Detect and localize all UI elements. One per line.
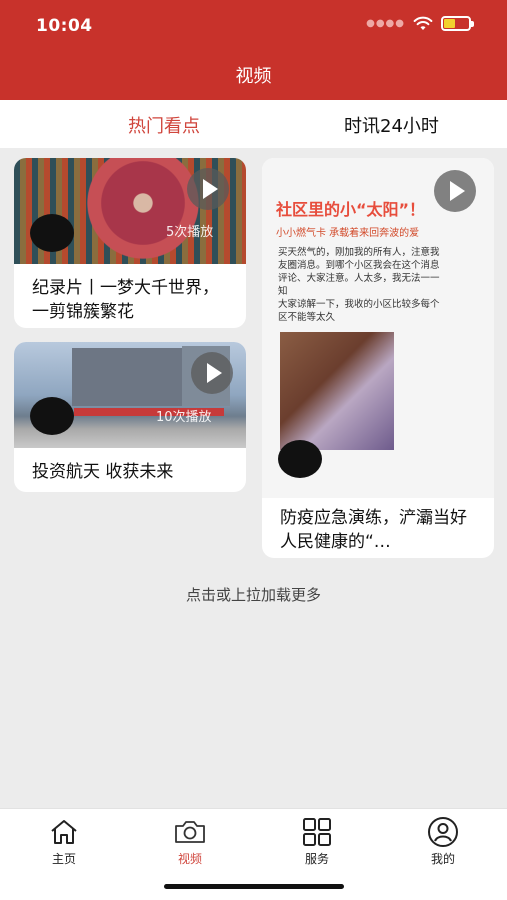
page-title: 视频 <box>235 66 272 87</box>
thumb-text-line: 评论、大家注意。人太多，我无法一一 <box>278 273 440 284</box>
app-header: 10:04 ●●●● 视频 <box>0 0 507 100</box>
status-bar: 10:04 ●●●● <box>0 0 507 52</box>
video-card[interactable]: 10次播放 投资航天 收获未来 <box>14 342 246 492</box>
video-card[interactable]: 5次播放 纪录片丨一梦大千世界，一剪锦簇繁花 <box>14 158 246 328</box>
nav-mine-label: 我的 <box>430 852 455 866</box>
nav-services[interactable]: 服务 <box>277 817 357 867</box>
nav-home-label: 主页 <box>51 852 76 866</box>
video-title: 防疫应急演练，浐灞当好人民健康的“… <box>280 508 467 552</box>
battery-icon <box>441 16 474 31</box>
nav-video[interactable]: 视频 <box>150 817 230 867</box>
tab-bar: 热门看点 时讯24小时 <box>0 100 507 148</box>
thumb-headline: 社区里的小“太阳”！ <box>276 200 426 219</box>
home-icon <box>51 820 77 844</box>
thumb-subhead: 小小燃气卡 承载着来回奔波的爱 <box>276 228 420 239</box>
avatar-blob <box>30 397 74 435</box>
tab-news-24h[interactable]: 时讯24小时 <box>344 112 439 138</box>
video-card[interactable]: 社区里的小“太阳”！ 小小燃气卡 承载着来回奔波的爱 买天然气的，刚加我的所有人… <box>262 158 494 558</box>
wifi-icon <box>413 16 433 30</box>
signal-icon: ●●●● <box>366 18 405 29</box>
thumb-text-line: 大家谅解一下，我收的小区比较多每个 <box>278 299 440 310</box>
tab-hot[interactable]: 热门看点 <box>128 112 200 138</box>
avatar-blob <box>278 440 322 478</box>
thumb-text-line: 区不能等太久 <box>278 312 336 323</box>
thumb-text-line: 知 <box>278 286 288 297</box>
avatar-blob <box>30 214 74 252</box>
thumb-photo <box>280 332 394 450</box>
nav-services-label: 服务 <box>304 852 329 866</box>
play-icon[interactable] <box>187 168 229 210</box>
video-title: 纪录片丨一梦大千世界，一剪锦簇繁花 <box>32 278 219 322</box>
play-icon[interactable] <box>191 352 233 394</box>
nav-mine[interactable]: 我的 <box>403 817 483 867</box>
play-count: 10次播放 <box>156 410 212 425</box>
camera-icon <box>175 821 205 843</box>
play-count: 5次播放 <box>166 225 214 240</box>
nav-video-label: 视频 <box>177 852 202 866</box>
status-time: 10:04 <box>36 16 93 36</box>
play-icon[interactable] <box>434 170 476 212</box>
grid-icon <box>303 818 331 846</box>
nav-home[interactable]: 主页 <box>24 817 104 867</box>
load-more[interactable]: 点击或上拉加载更多 <box>0 584 507 605</box>
user-icon <box>428 817 458 847</box>
video-title: 投资航天 收获未来 <box>32 462 174 482</box>
home-indicator <box>164 884 344 889</box>
thumb-text-line: 买天然气的，刚加我的所有人，注意我 <box>278 247 440 258</box>
thumb-text-line: 友圈消息。到哪个小区我会在这个消息 <box>278 260 440 271</box>
